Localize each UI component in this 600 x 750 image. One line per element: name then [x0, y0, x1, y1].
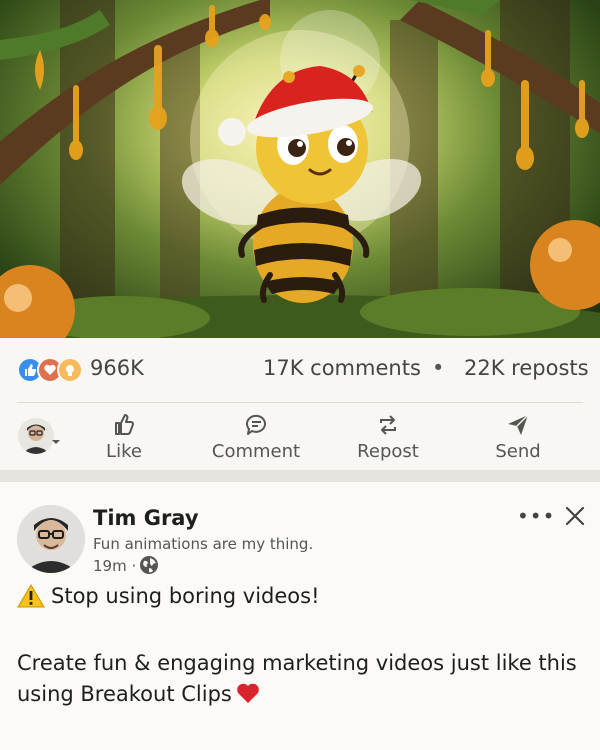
send-label: Send — [495, 441, 541, 462]
comments-count[interactable]: 17K comments — [263, 356, 421, 380]
post-separator — [0, 470, 600, 482]
warning-icon — [17, 584, 45, 608]
stats-separator: • — [432, 356, 445, 380]
send-button[interactable]: Send — [485, 412, 551, 466]
globe-icon — [140, 556, 158, 574]
post-headline-text: Stop using boring videos! — [51, 584, 320, 608]
author-tagline: Fun animations are my thing. — [93, 535, 314, 553]
comment-label: Comment — [211, 441, 301, 462]
red-heart-icon — [237, 683, 259, 703]
repost-icon — [380, 415, 396, 435]
send-icon — [508, 414, 529, 435]
post-headline: Stop using boring videos! — [17, 583, 320, 609]
reaction-count[interactable]: 966K — [90, 356, 144, 380]
author-name[interactable]: Tim Gray — [93, 506, 199, 530]
reposts-count[interactable]: 22K reposts — [464, 356, 589, 380]
post-time: 19m · — [93, 557, 137, 575]
post-body-text: Create fun & engaging marketing videos j… — [17, 651, 577, 706]
post-media-image[interactable] — [0, 0, 600, 338]
reaction-icons[interactable] — [17, 357, 83, 385]
more-options-button[interactable]: ••• — [517, 504, 554, 528]
post-body: Create fun & engaging marketing videos j… — [17, 648, 587, 710]
repost-button[interactable]: Repost — [348, 412, 428, 466]
comment-icon — [245, 414, 266, 435]
insightful-icon — [57, 357, 83, 383]
current-user-avatar[interactable] — [18, 418, 54, 454]
like-button[interactable]: Like — [94, 412, 154, 466]
like-label: Like — [106, 441, 142, 462]
repost-label: Repost — [357, 441, 419, 462]
comment-button[interactable]: Comment — [206, 412, 306, 466]
bee-illustration — [0, 0, 600, 338]
author-avatar[interactable] — [17, 505, 85, 573]
thumbs-up-icon — [115, 414, 134, 435]
stats-divider — [17, 402, 583, 403]
close-icon[interactable] — [563, 504, 587, 528]
chevron-down-icon[interactable] — [50, 436, 62, 448]
